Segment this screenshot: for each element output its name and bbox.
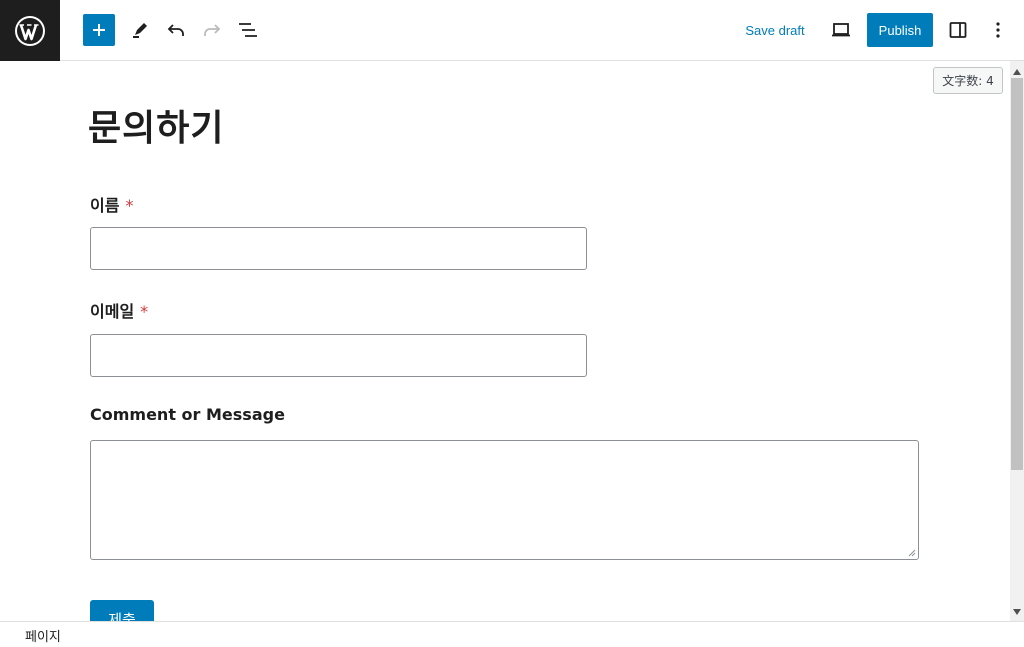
- redo-button[interactable]: [196, 14, 228, 46]
- breadcrumb-item-page[interactable]: 페이지: [25, 626, 61, 645]
- email-field-label: 이메일 *: [90, 298, 148, 322]
- message-textarea[interactable]: [90, 440, 919, 560]
- editor-canvas: 文字数: 4 문의하기 이름 * 이메일 * Comment or Message …: [0, 61, 1010, 621]
- word-count-badge: 文字数: 4: [933, 67, 1003, 94]
- scroll-up-arrow[interactable]: [1010, 65, 1024, 79]
- document-overview-button[interactable]: [232, 14, 264, 46]
- required-marker: *: [140, 302, 149, 321]
- name-input[interactable]: [90, 227, 587, 270]
- sidebar-icon: [949, 22, 967, 38]
- scroll-thumb[interactable]: [1011, 78, 1023, 470]
- email-label-text: 이메일: [90, 302, 135, 321]
- wordpress-logo-button[interactable]: [0, 0, 60, 61]
- more-vertical-icon: [996, 22, 1000, 38]
- settings-sidebar-button[interactable]: [942, 14, 974, 46]
- tools-button[interactable]: [124, 14, 156, 46]
- triangle-down-icon: [1013, 609, 1021, 615]
- wordpress-icon: [15, 15, 45, 46]
- block-breadcrumb-bar: 페이지: [0, 621, 1024, 647]
- add-block-button[interactable]: [83, 14, 115, 46]
- resize-grip-icon[interactable]: [908, 549, 916, 557]
- name-label-text: 이름: [90, 196, 120, 215]
- scroll-down-arrow[interactable]: [1010, 605, 1024, 619]
- message-field-label: Comment or Message: [90, 405, 285, 424]
- pencil-icon: [133, 23, 147, 38]
- vertical-scrollbar[interactable]: [1010, 61, 1024, 621]
- required-marker: *: [125, 196, 134, 215]
- options-button[interactable]: [982, 14, 1014, 46]
- editor-app: Save draft Publish 文字数: 4 문의하기 이름 * 이메일 …: [0, 0, 1024, 647]
- undo-button[interactable]: [160, 14, 192, 46]
- list-view-icon: [239, 23, 257, 37]
- undo-icon: [167, 24, 184, 36]
- save-draft-button[interactable]: Save draft: [738, 14, 812, 46]
- triangle-up-icon: [1013, 69, 1021, 75]
- email-input[interactable]: [90, 334, 587, 377]
- preview-button[interactable]: [825, 14, 857, 46]
- submit-button[interactable]: 제출: [90, 600, 154, 621]
- top-toolbar: Save draft Publish: [0, 0, 1024, 61]
- publish-button[interactable]: Publish: [867, 13, 933, 47]
- name-field-label: 이름 *: [90, 192, 133, 216]
- page-title[interactable]: 문의하기: [88, 99, 224, 151]
- desktop-preview-icon: [832, 23, 850, 37]
- redo-icon: [204, 24, 221, 36]
- plus-icon: [93, 24, 105, 36]
